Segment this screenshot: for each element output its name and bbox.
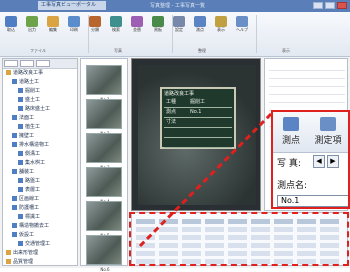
prev-photo-button[interactable]: ◀ (313, 155, 325, 168)
measure-icon (320, 117, 336, 131)
application-window: 工事写真ビューポータル 写真整理 - 工事写真一覧 取込 出力 編集 印刷 分類 検索 並替… (0, 0, 350, 272)
measure-item-button[interactable]: 測定項 (311, 115, 345, 149)
station-button-label: 測点 (281, 136, 300, 146)
zoomed-detail-panel: 測点 測定項 写 真: ◀ ▶ 測点名: No.1 (271, 110, 350, 209)
station-name-input[interactable]: No.1 (277, 195, 348, 207)
station-icon (283, 117, 299, 131)
station-name-label: 測点名: (277, 181, 308, 191)
zoom-toolbar: 測点 測定項 (273, 112, 348, 153)
next-photo-button[interactable]: ▶ (327, 155, 339, 168)
callout-highlight-box (129, 212, 349, 266)
station-button[interactable]: 測点 (274, 115, 308, 149)
measure-item-label: 測定項 (314, 136, 342, 146)
photo-label: 写 真: (277, 159, 301, 169)
